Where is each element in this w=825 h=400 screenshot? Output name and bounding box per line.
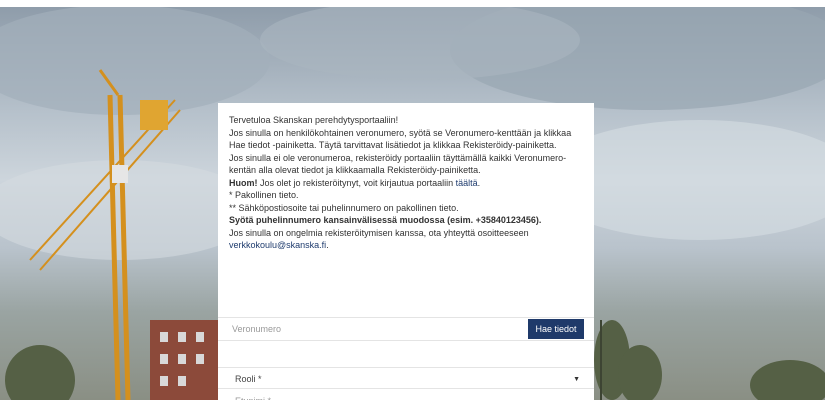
first-name-input[interactable]: [218, 389, 594, 400]
help-end: .: [326, 240, 329, 250]
notice-block: Huom! Jos olet jo rekisteröitynyt, voit …: [229, 177, 583, 227]
fetch-info-button[interactable]: Hae tiedot: [528, 319, 584, 339]
notice-end: .: [477, 177, 481, 188]
registration-page: Tervetuloa Skanskan perehdytysportaaliin…: [0, 0, 825, 400]
notice-text: Jos olet jo rekisteröitynyt, voit kirjau…: [257, 177, 456, 188]
phone-format-note: Syötä puhelinnumero kansainvälisessä muo…: [229, 215, 542, 225]
caret-down-icon: ▼: [573, 376, 580, 383]
help-block: Jos sinulla on ongelmia rekisteröitymise…: [229, 227, 583, 252]
building-graphic: [150, 320, 218, 400]
tax-number-row: Hae tiedot: [218, 317, 594, 341]
first-name-row: [218, 389, 594, 400]
tax-number-instructions: Jos sinulla on henkilökohtainen veronume…: [229, 127, 572, 151]
welcome-text: Tervetuloa Skanskan perehdytysportaaliin…: [229, 115, 399, 125]
notice-label: Huom!: [229, 177, 258, 188]
help-text: Jos sinulla on ongelmia rekisteröitymise…: [229, 227, 529, 238]
registration-panel: Tervetuloa Skanskan perehdytysportaaliin…: [218, 103, 594, 400]
role-select-label: Rooli *: [235, 374, 262, 384]
role-select[interactable]: Rooli * ▼: [218, 367, 594, 389]
contact-required-note: ** Sähköpostiosoite tai puhelinnumero on…: [229, 202, 459, 213]
help-email-link[interactable]: verkkokoulu@skanska.fi: [229, 240, 326, 250]
tax-number-input[interactable]: [218, 318, 528, 340]
login-link[interactable]: täältä: [456, 178, 478, 188]
no-tax-number-instructions: Jos sinulla ei ole veronumeroa, rekister…: [229, 152, 567, 176]
top-bar: [0, 0, 825, 7]
required-note: * Pakollinen tieto.: [229, 190, 299, 200]
